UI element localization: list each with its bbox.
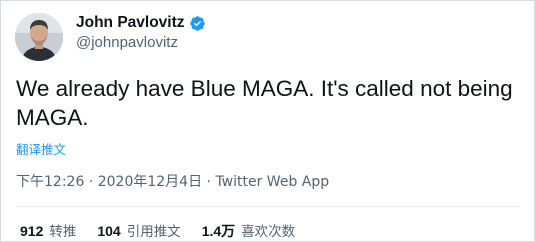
avatar[interactable] <box>15 13 63 61</box>
tweet-text: We already have Blue MAGA. It's called n… <box>16 76 513 130</box>
avatar-image <box>15 13 63 61</box>
display-name[interactable]: John Pavlovitz <box>76 14 185 32</box>
quote-label: 引用推文 <box>126 224 181 240</box>
like-count: 1.4万 <box>201 223 236 239</box>
verified-badge-icon <box>189 15 206 32</box>
tweet-source-link[interactable]: Twitter Web App <box>215 174 329 190</box>
retweets-stat[interactable]: 912 转推 <box>20 220 76 241</box>
translate-tweet-link[interactable]: 翻译推文 <box>16 139 66 158</box>
meta-separator: · <box>88 174 94 190</box>
tweet-card: John Pavlovitz @johnpavlovitz We already… <box>0 0 535 242</box>
retweet-count: 912 <box>20 223 44 239</box>
like-label: 喜欢次数 <box>241 224 296 240</box>
name-row: John Pavlovitz <box>76 14 206 32</box>
retweet-label: 转推 <box>49 224 77 240</box>
quote-tweets-stat[interactable]: 104 引用推文 <box>97 220 180 241</box>
likes-stat[interactable]: 1.4万 喜欢次数 <box>202 220 295 241</box>
engagement-stats: 912 转推 104 引用推文 1.4万 喜欢次数 <box>20 220 295 241</box>
meta-separator: · <box>206 174 211 190</box>
tweet-date[interactable]: 2020年12月4日 <box>98 174 202 190</box>
user-handle[interactable]: @johnpavlovitz <box>76 34 178 51</box>
quote-count: 104 <box>97 223 121 239</box>
tweet-time[interactable]: 下午12:26 <box>16 174 84 190</box>
tweet-timestamp-row: 下午12:26 · 2020年12月4日 · Twitter Web App <box>16 171 329 191</box>
divider <box>16 206 520 207</box>
